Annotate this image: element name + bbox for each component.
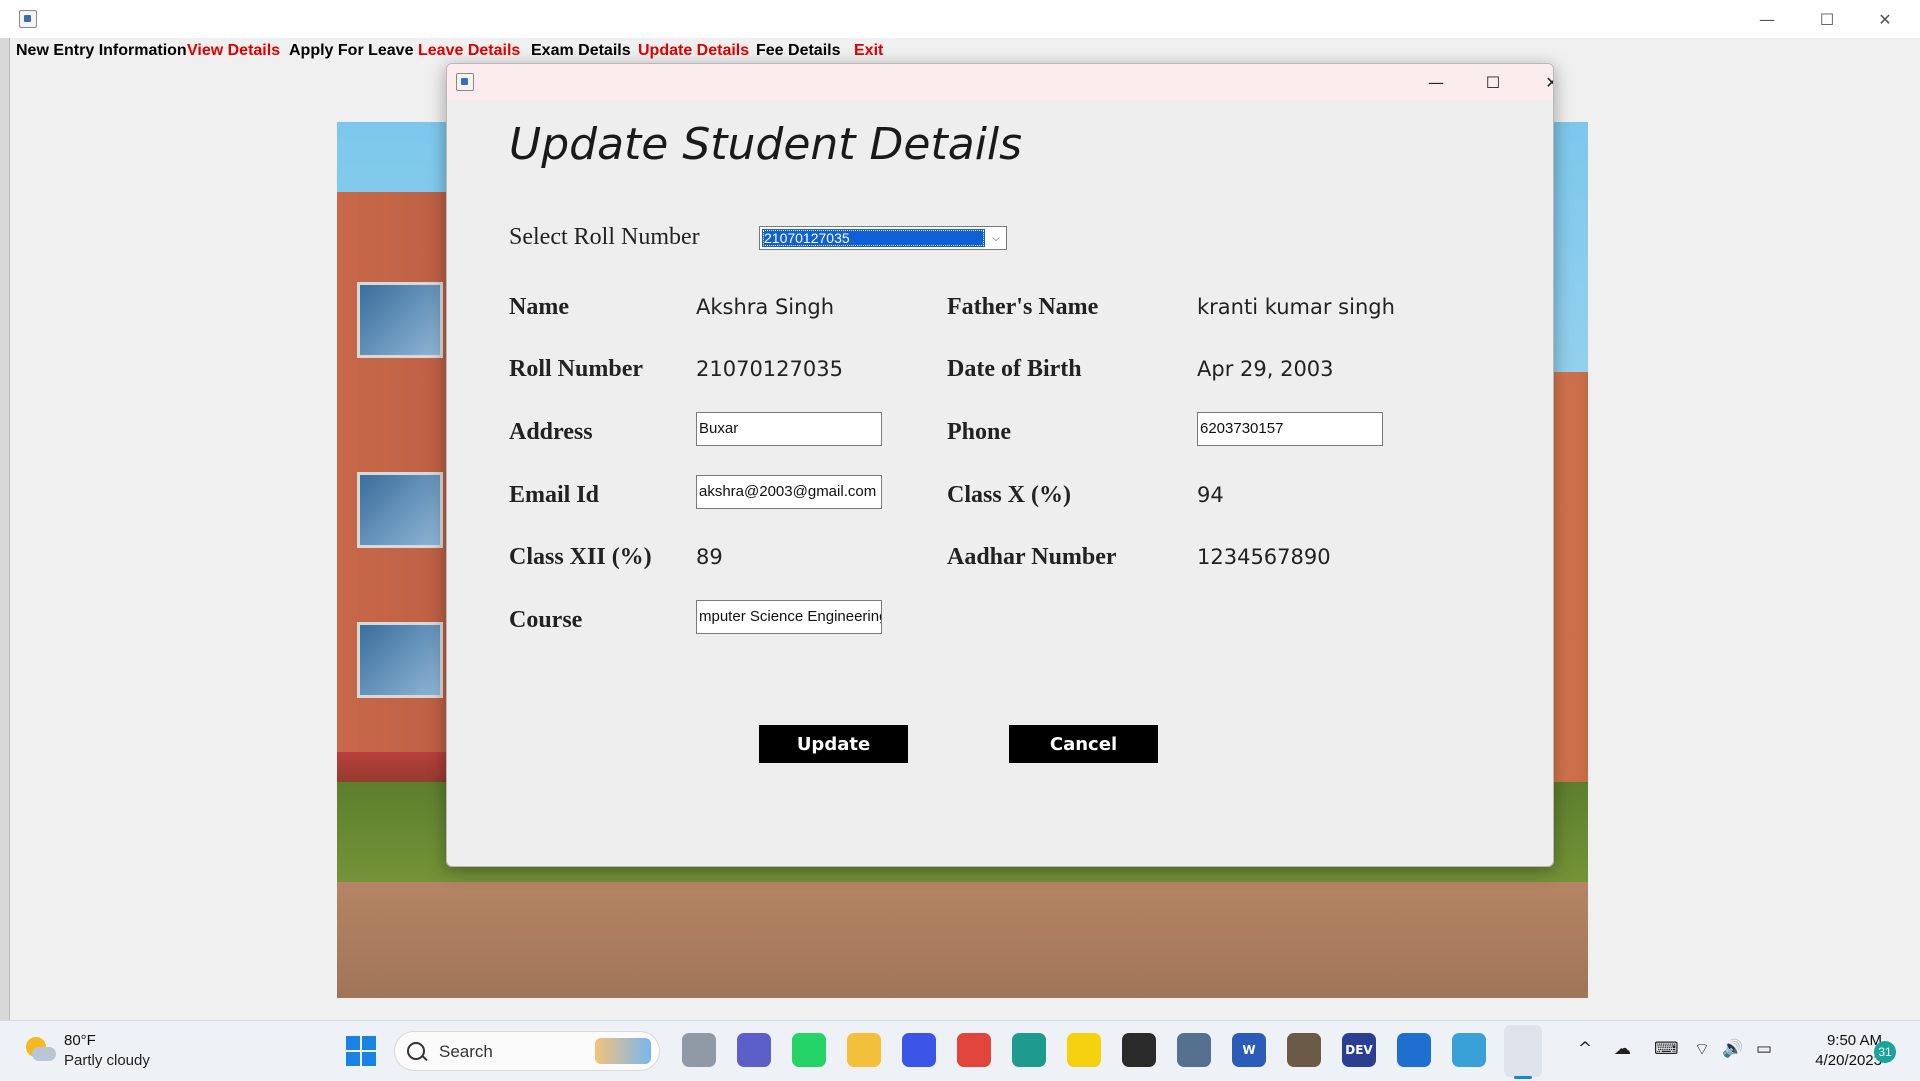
building-window — [357, 472, 443, 548]
clock-time[interactable]: 9:50 AM — [1804, 1032, 1882, 1049]
page-title: Update Student Details — [509, 119, 1023, 170]
name-value: Akshra Singh — [696, 295, 835, 319]
name-label: Name — [509, 294, 569, 320]
menu-leave-details[interactable]: Leave Details — [418, 42, 520, 60]
volume-icon[interactable]: 🔊 — [1722, 1039, 1743, 1059]
taskbar: 80°F Partly cloudy Search W DEV ^ ☁ ⌨ ⌔ 🔊… — [0, 1020, 1920, 1081]
taskbar-search-box[interactable]: Search — [394, 1031, 660, 1071]
roll-number-selected-value: 21070127035 — [762, 229, 985, 247]
menu-view-details[interactable]: View Details — [187, 42, 280, 60]
father-name-label: Father's Name — [947, 294, 1099, 320]
app-n-icon[interactable] — [1397, 1033, 1431, 1067]
task-view-icon[interactable] — [682, 1033, 716, 1067]
sticky-notes-icon[interactable] — [1067, 1033, 1101, 1067]
menu-new-entry-information[interactable]: New Entry Information — [16, 42, 187, 60]
minimize-button[interactable]: — — [1738, 0, 1796, 38]
media-icon[interactable] — [1122, 1033, 1156, 1067]
dialog-maximize-button[interactable]: ☐ — [1464, 64, 1522, 100]
building-window — [357, 622, 443, 698]
onedrive-icon[interactable]: ☁ — [1614, 1039, 1631, 1059]
address-label: Address — [509, 419, 593, 445]
maximize-icon: ☐ — [1485, 72, 1501, 92]
file-explorer-icon[interactable] — [847, 1033, 881, 1067]
dialog-minimize-button[interactable]: — — [1407, 64, 1465, 100]
windows-start-icon[interactable] — [346, 1036, 376, 1066]
select-roll-number-label: Select Roll Number — [509, 224, 700, 250]
menu-update-details[interactable]: Update Details — [638, 42, 749, 60]
settings-icon[interactable] — [1177, 1033, 1211, 1067]
cancel-button[interactable]: Cancel — [1009, 725, 1158, 763]
roll-number-label: Roll Number — [509, 356, 643, 382]
keyboard-icon[interactable]: ⌨ — [1654, 1039, 1679, 1059]
minimize-icon: — — [1759, 9, 1775, 29]
vs-app-icon[interactable] — [902, 1033, 936, 1067]
menubar: New Entry Information View Details Apply… — [0, 38, 1920, 64]
email-label: Email Id — [509, 482, 600, 508]
whatsapp-icon[interactable] — [792, 1033, 826, 1067]
course-input[interactable]: mputer Science Engineering — [696, 600, 882, 634]
class-xii-label: Class XII (%) — [509, 544, 652, 570]
wifi-icon[interactable]: ⌔ — [1694, 1039, 1710, 1060]
phone-label: Phone — [947, 419, 1012, 445]
aadhar-label: Aadhar Number — [947, 544, 1117, 570]
active-app-highlight — [1504, 1025, 1542, 1077]
roll-number-select[interactable]: 21070127035 ⌵ — [759, 226, 1007, 250]
java-app-icon — [19, 10, 37, 28]
dev-cpp-icon[interactable]: DEV — [1342, 1033, 1376, 1067]
building-window — [357, 282, 443, 358]
class-xii-value: 89 — [696, 545, 723, 569]
update-student-dialog: — ☐ ✕ Update Student Details Select Roll… — [446, 63, 1554, 867]
word-icon[interactable]: W — [1232, 1033, 1266, 1067]
class-x-label: Class X (%) — [947, 482, 1071, 508]
address-input[interactable]: Buxar — [696, 412, 882, 446]
course-label: Course — [509, 607, 583, 633]
dob-label: Date of Birth — [947, 356, 1082, 382]
father-name-value: kranti kumar singh — [1197, 295, 1395, 319]
edge-icon[interactable] — [1012, 1033, 1046, 1067]
close-icon: ✕ — [1878, 9, 1892, 29]
close-icon: ✕ — [1545, 73, 1553, 92]
weather-description[interactable]: Partly cloudy — [64, 1052, 150, 1069]
email-input[interactable]: akshra@2003@gmail.com — [696, 475, 882, 509]
maximize-button[interactable]: ☐ — [1798, 0, 1856, 38]
cloud-icon — [32, 1047, 56, 1061]
maximize-icon: ☐ — [1819, 9, 1835, 29]
close-button[interactable]: ✕ — [1856, 0, 1914, 38]
weather-temperature[interactable]: 80°F — [64, 1032, 96, 1049]
walkway — [337, 882, 1588, 998]
menu-exam-details[interactable]: Exam Details — [531, 42, 631, 60]
menu-fee-details[interactable]: Fee Details — [756, 42, 840, 60]
aadhar-value: 1234567890 — [1197, 545, 1331, 569]
search-highlight-icon — [595, 1038, 651, 1064]
phone-input[interactable]: 6203730157 — [1197, 412, 1383, 446]
main-titlebar: — ☐ ✕ — [0, 0, 1920, 39]
minimize-icon: — — [1428, 72, 1444, 92]
search-placeholder: Search — [439, 1042, 493, 1061]
menu-exit[interactable]: Exit — [854, 42, 883, 60]
weather-icon[interactable] — [22, 1035, 56, 1065]
chevron-up-icon[interactable]: ^ — [1578, 1039, 1592, 1059]
chevron-down-icon[interactable]: ⌵ — [986, 227, 1006, 249]
left-window-edge — [0, 38, 10, 1020]
photos-icon[interactable] — [1452, 1033, 1486, 1067]
chrome-icon[interactable] — [957, 1033, 991, 1067]
class-x-value: 94 — [1197, 483, 1224, 507]
menu-apply-for-leave[interactable]: Apply For Leave — [289, 42, 413, 60]
dialog-titlebar: — ☐ ✕ — [447, 64, 1553, 100]
dialog-close-button[interactable]: ✕ — [1523, 64, 1553, 100]
clock-date[interactable]: 4/20/2023 — [1794, 1052, 1882, 1069]
tool-icon[interactable] — [1287, 1033, 1321, 1067]
meet-icon[interactable] — [737, 1033, 771, 1067]
update-button[interactable]: Update — [759, 725, 908, 763]
java-app-icon — [456, 73, 474, 91]
dob-value: Apr 29, 2003 — [1197, 357, 1334, 381]
search-icon — [407, 1042, 425, 1060]
notification-count-badge[interactable]: 31 — [1874, 1041, 1896, 1063]
active-app-indicator — [1514, 1076, 1532, 1079]
battery-icon[interactable]: ▭ — [1756, 1039, 1772, 1059]
roll-number-value: 21070127035 — [696, 357, 843, 381]
